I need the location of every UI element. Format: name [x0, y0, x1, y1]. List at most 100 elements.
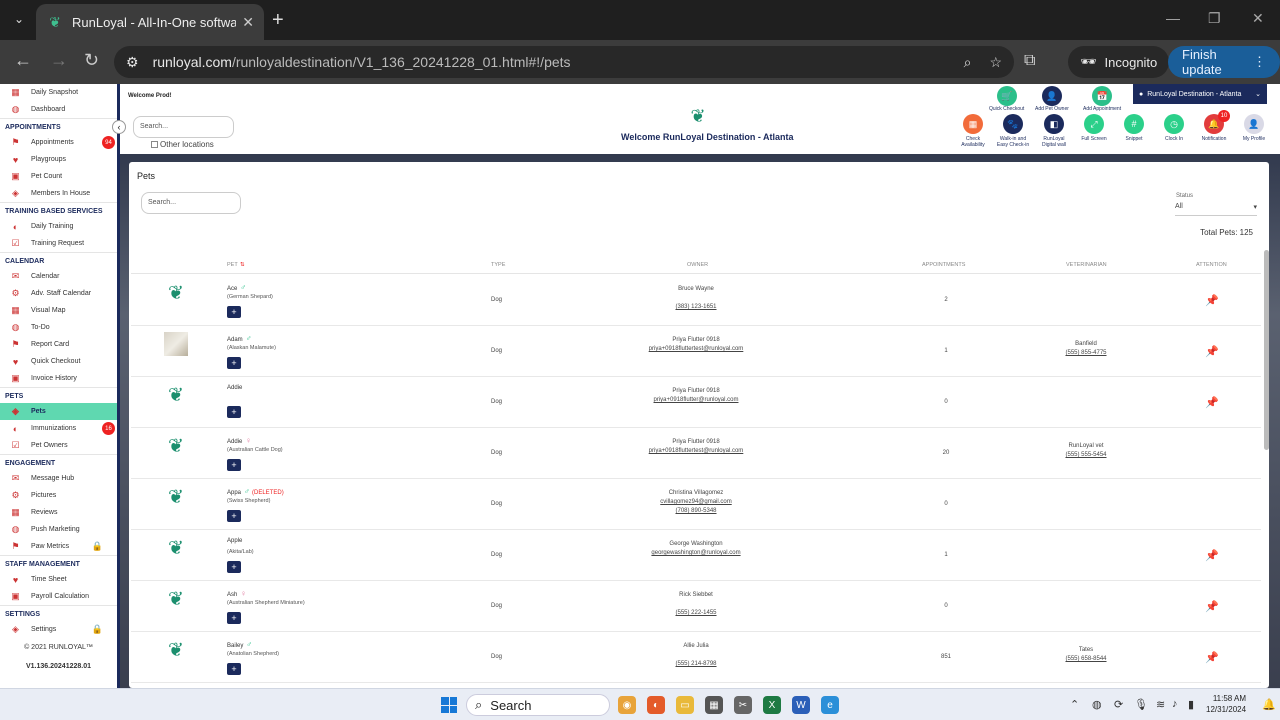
- battery-icon[interactable]: ▮: [1188, 698, 1194, 711]
- header-button-my-profile[interactable]: 👤 My Profile: [1236, 114, 1272, 142]
- pet-name-text[interactable]: Ace: [227, 286, 237, 292]
- attention-pin-icon[interactable]: 📌: [1205, 549, 1219, 562]
- header-button-walk-in-and-easy-check-in[interactable]: 🐾 Walk-in and Easy Check-in: [995, 114, 1031, 148]
- sidebar-item-message-hub[interactable]: ✉ Message Hub: [0, 470, 117, 487]
- url-field[interactable]: ⚙ runloyal.com/runloyaldestination/V1_13…: [114, 46, 1014, 78]
- calculator-icon[interactable]: ▦: [705, 696, 723, 714]
- add-pet-action-button[interactable]: +: [227, 459, 241, 471]
- owner-phone-link[interactable]: (555) 222-1455: [591, 609, 801, 618]
- excel-icon[interactable]: X: [763, 696, 781, 714]
- extensions-icon[interactable]: ⧉: [1024, 52, 1035, 70]
- sidebar-item-invoice-history[interactable]: ▣ Invoice History: [0, 370, 117, 387]
- tray-chevron-icon[interactable]: ⌃: [1070, 698, 1079, 711]
- paw-placeholder-icon[interactable]: ❦: [164, 485, 188, 509]
- sidebar-item-reviews[interactable]: ▦ Reviews: [0, 504, 117, 521]
- pet-name-text[interactable]: Appa: [227, 490, 241, 496]
- owner-email-link[interactable]: priya+0918fluttertest@runloyal.com: [591, 345, 801, 354]
- sidebar-item-quick-checkout[interactable]: ♥ Quick Checkout: [0, 353, 117, 370]
- pet-name[interactable]: Ash ♀: [227, 589, 246, 598]
- header-button-notification[interactable]: 🔔 10 Notification: [1196, 110, 1232, 142]
- collapse-sidebar-icon[interactable]: ‹: [112, 120, 126, 134]
- add-pet-action-button[interactable]: +: [227, 357, 241, 369]
- vet-phone-link[interactable]: (555) 855-4775: [1031, 349, 1141, 358]
- pet-name[interactable]: Addie ♀: [227, 436, 251, 445]
- add-pet-action-button[interactable]: +: [227, 510, 241, 522]
- add-pet-action-button[interactable]: +: [227, 612, 241, 624]
- quick-action-quick-checkout[interactable]: 🛒 Quick Checkout: [989, 86, 1024, 112]
- snipping-tool-icon[interactable]: ✂: [734, 696, 752, 714]
- finish-update-button[interactable]: Finish update ⋮: [1168, 46, 1280, 78]
- owner-name[interactable]: Rick Siebbet: [591, 591, 801, 600]
- attention-pin-icon[interactable]: 📌: [1205, 396, 1219, 409]
- owner-name[interactable]: Priya Flutter 0918: [591, 336, 801, 345]
- paw-placeholder-icon[interactable]: ❦: [164, 281, 188, 305]
- table-row[interactable]: ❦ Addie + Dog Priya Flutter 0918 priya+0918fl…: [131, 377, 1261, 428]
- taskbar-search[interactable]: ⌕ Search: [466, 694, 610, 716]
- sidebar-item-members-in-house[interactable]: ◈ Members In House: [0, 185, 117, 202]
- pet-name-text[interactable]: Addie: [227, 439, 242, 445]
- owner-name[interactable]: Priya Flutter 0918: [591, 438, 801, 447]
- pets-search-input[interactable]: Search...: [141, 192, 241, 214]
- owner-name[interactable]: Christina Villagomez: [591, 489, 801, 498]
- sidebar-item-daily-snapshot[interactable]: ▦ Daily Snapshot: [0, 84, 117, 101]
- sidebar-item-payroll-calculation[interactable]: ▣ Payroll Calculation: [0, 588, 117, 605]
- sidebar-item-training-request[interactable]: ☑ Training Request: [0, 235, 117, 252]
- attention-pin-icon[interactable]: 📌: [1205, 600, 1219, 613]
- add-pet-action-button[interactable]: +: [227, 561, 241, 573]
- tray-app-icon[interactable]: ◍: [1092, 698, 1102, 711]
- table-row[interactable]: Adam ♂ (Alaskan Malamute) + Dog Priya Flutter…: [131, 326, 1261, 377]
- header-search-input[interactable]: Search...: [133, 116, 234, 138]
- owner-name[interactable]: George Washington: [591, 540, 801, 549]
- sidebar-item-settings[interactable]: ◈ Settings 🔒: [0, 621, 117, 638]
- pet-name-text[interactable]: Ash: [227, 592, 237, 598]
- vet-phone-link[interactable]: (555) 658-8544: [1031, 655, 1141, 664]
- owner-email-link[interactable]: cvillagomez94@gmail.com: [591, 498, 801, 507]
- back-icon[interactable]: ←: [14, 50, 32, 71]
- new-tab-icon[interactable]: +: [272, 9, 284, 32]
- sidebar-item-pet-count[interactable]: ▣ Pet Count: [0, 168, 117, 185]
- header-button-check-availability[interactable]: ▦ Check Availability: [955, 114, 991, 148]
- sidebar-item-pictures[interactable]: ⚙ Pictures: [0, 487, 117, 504]
- table-row[interactable]: ❦ Bailey ♂ (Anatolian Shepherd) + Dog Allie Ju…: [131, 632, 1261, 683]
- sidebar-item-playgroups[interactable]: ♥ Playgroups: [0, 151, 117, 168]
- pet-name[interactable]: Adam ♂: [227, 334, 252, 343]
- col-pet[interactable]: PET: [227, 262, 238, 268]
- sidebar-item-adv-staff-calendar[interactable]: ⚙ Adv. Staff Calendar: [0, 285, 117, 302]
- sidebar-item-pet-owners[interactable]: ☑ Pet Owners: [0, 437, 117, 454]
- owner-name[interactable]: Bruce Wayne: [591, 285, 801, 294]
- add-pet-action-button[interactable]: +: [227, 663, 241, 675]
- firefox-icon[interactable]: ◐: [647, 696, 665, 714]
- owner-phone-link[interactable]: (555) 214-8798: [591, 660, 801, 669]
- tab-close-icon[interactable]: ✕: [242, 14, 254, 31]
- pet-name-text[interactable]: Adam: [227, 337, 243, 343]
- sort-icon[interactable]: ⇅: [240, 262, 245, 268]
- pet-name[interactable]: Ace ♂: [227, 283, 246, 292]
- sidebar-item-to-do[interactable]: ◍ To-Do: [0, 319, 117, 336]
- pet-name-text[interactable]: Addie: [227, 385, 242, 391]
- taskbar-clock[interactable]: 11:58 AM 12/31/2024: [1206, 693, 1246, 715]
- location-selector[interactable]: ● RunLoyal Destination - Atlanta ⌄: [1133, 84, 1267, 104]
- owner-email-link[interactable]: priya+0918fluttertest@runloyal.com: [591, 447, 801, 456]
- page-scrollbar[interactable]: [1264, 250, 1269, 450]
- table-row[interactable]: ❦ Addie ♀ (Australian Cattle Dog) + Dog Priya …: [131, 428, 1261, 479]
- microphone-icon[interactable]: 🎙: [1134, 698, 1148, 711]
- site-info-icon[interactable]: ⚙: [126, 54, 139, 71]
- pet-photo[interactable]: [164, 332, 188, 356]
- sidebar-item-calendar[interactable]: ✉ Calendar: [0, 268, 117, 285]
- notification-bell-icon[interactable]: 🔔: [1262, 698, 1276, 711]
- edge-icon[interactable]: e: [821, 696, 839, 714]
- pet-name[interactable]: Bailey ♂: [227, 640, 252, 649]
- word-icon[interactable]: W: [792, 696, 810, 714]
- paw-placeholder-icon[interactable]: ❦: [164, 434, 188, 458]
- chrome-icon[interactable]: ◉: [618, 696, 636, 714]
- add-pet-action-button[interactable]: +: [227, 406, 241, 418]
- status-select[interactable]: All ▾: [1175, 203, 1257, 216]
- maximize-icon[interactable]: ❐: [1208, 10, 1221, 27]
- volume-icon[interactable]: ♪: [1172, 698, 1178, 710]
- attention-pin-icon[interactable]: 📌: [1205, 345, 1219, 358]
- windows-start-icon[interactable]: [441, 697, 457, 713]
- owner-phone-link[interactable]: (383) 123-1651: [591, 303, 801, 312]
- header-button-full-screen[interactable]: ⤢ Full Screen: [1076, 114, 1112, 142]
- sidebar-item-paw-metrics[interactable]: ⚑ Paw Metrics 🔒: [0, 538, 117, 555]
- paw-placeholder-icon[interactable]: ❦: [164, 638, 188, 662]
